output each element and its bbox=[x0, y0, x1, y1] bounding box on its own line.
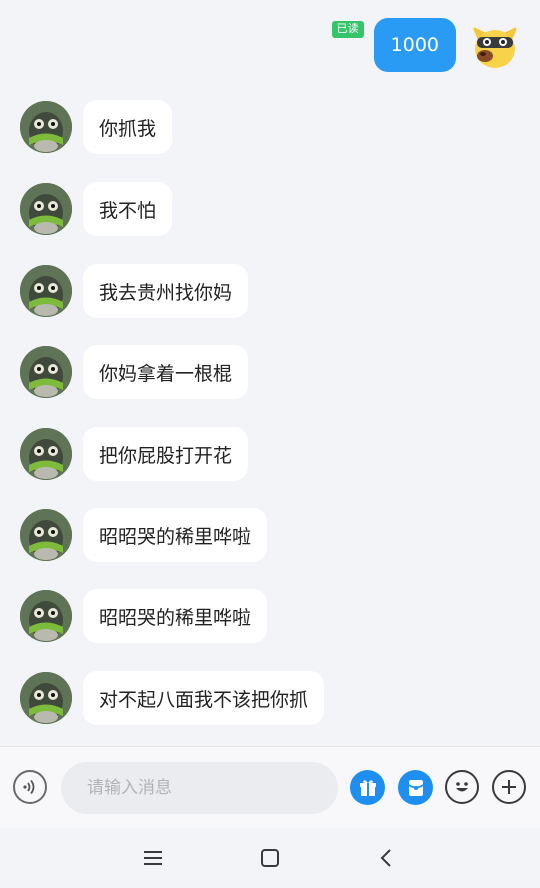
chat-area[interactable]: 已读 1000 你抓我 我不怕 我去贵州找你妈 你妈拿着一根棍 把你屁股打开花 … bbox=[0, 0, 540, 746]
message-row: 你妈拿着一根棍 bbox=[20, 345, 249, 399]
message-bubble[interactable]: 昭昭哭的稀里哗啦 bbox=[83, 589, 268, 643]
voice-icon[interactable] bbox=[13, 770, 47, 804]
contact-avatar[interactable] bbox=[20, 183, 72, 235]
plus-icon[interactable] bbox=[492, 770, 526, 804]
self-avatar[interactable] bbox=[468, 18, 522, 72]
system-nav-bar bbox=[0, 828, 540, 888]
message-row: 我不怕 bbox=[20, 182, 173, 236]
input-bar bbox=[0, 746, 540, 828]
gift-icon[interactable] bbox=[350, 770, 385, 805]
message-bubble[interactable]: 你抓我 bbox=[83, 100, 173, 154]
message-row: 我去贵州找你妈 bbox=[20, 264, 249, 318]
outgoing-bubble[interactable]: 1000 bbox=[373, 18, 456, 72]
message-row: 把你屁股打开花 bbox=[20, 427, 249, 481]
message-row: 对不起八面我不该把你抓 bbox=[20, 671, 325, 725]
contact-avatar[interactable] bbox=[20, 590, 72, 642]
message-bubble[interactable]: 我不怕 bbox=[83, 182, 173, 236]
message-row: 你抓我 bbox=[20, 100, 173, 154]
red-packet-icon[interactable] bbox=[398, 770, 433, 805]
read-badge: 已读 bbox=[331, 21, 364, 38]
emoji-icon[interactable] bbox=[445, 770, 479, 804]
contact-avatar[interactable] bbox=[20, 346, 72, 398]
message-bubble[interactable]: 你妈拿着一根棍 bbox=[83, 345, 249, 399]
contact-avatar[interactable] bbox=[20, 101, 72, 153]
home-icon[interactable] bbox=[254, 842, 286, 874]
message-row: 昭昭哭的稀里哗啦 bbox=[20, 589, 268, 643]
contact-avatar[interactable] bbox=[20, 428, 72, 480]
contact-avatar[interactable] bbox=[20, 265, 72, 317]
message-row: 昭昭哭的稀里哗啦 bbox=[20, 508, 268, 562]
contact-avatar[interactable] bbox=[20, 509, 72, 561]
message-bubble[interactable]: 我去贵州找你妈 bbox=[83, 264, 249, 318]
menu-icon[interactable] bbox=[137, 842, 169, 874]
back-icon[interactable] bbox=[371, 842, 403, 874]
message-bubble[interactable]: 对不起八面我不该把你抓 bbox=[83, 671, 325, 725]
message-bubble[interactable]: 昭昭哭的稀里哗啦 bbox=[83, 508, 268, 562]
message-input[interactable] bbox=[61, 762, 338, 814]
outgoing-message: 已读 1000 bbox=[331, 18, 522, 74]
message-bubble[interactable]: 把你屁股打开花 bbox=[83, 427, 249, 481]
contact-avatar[interactable] bbox=[20, 672, 72, 724]
